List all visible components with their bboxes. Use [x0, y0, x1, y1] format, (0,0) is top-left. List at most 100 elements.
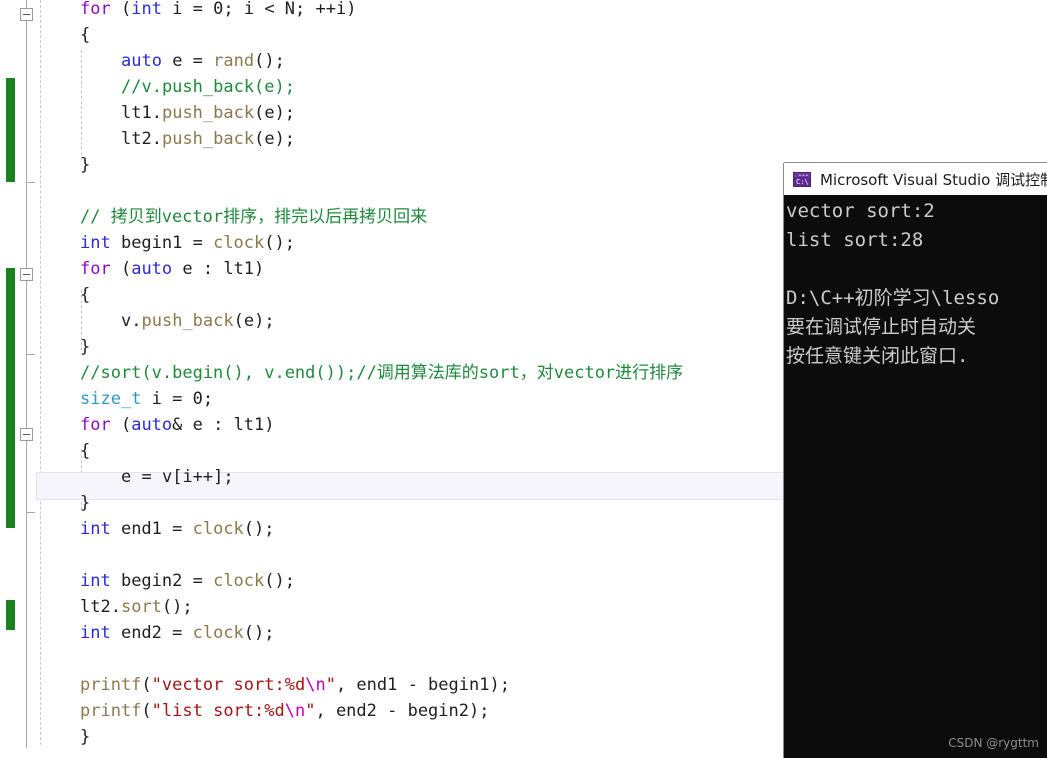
- code-token: (: [141, 701, 152, 721]
- code-token: (e);: [254, 129, 296, 149]
- code-token: end2 =: [110, 623, 193, 643]
- code-line[interactable]: for (auto& e : lt1): [0, 412, 275, 438]
- code-token: clock: [192, 519, 244, 539]
- code-line[interactable]: //sort(v.begin(), v.end());//调用算法库的sort，…: [0, 360, 683, 386]
- code-line[interactable]: {: [0, 438, 90, 464]
- console-title-label: Microsoft Visual Studio 调试控制: [820, 170, 1047, 189]
- code-line[interactable]: size_t i = 0;: [0, 386, 213, 412]
- code-line[interactable]: [0, 542, 80, 568]
- code-token: i =: [161, 0, 214, 19]
- code-token: "list sort:%d: [151, 701, 285, 721]
- code-token: ();: [243, 519, 275, 539]
- console-output-line: list sort:28: [786, 229, 924, 251]
- code-token: (: [110, 415, 132, 435]
- code-token: (: [120, 0, 132, 19]
- code-line[interactable]: int begin2 = clock();: [0, 568, 295, 594]
- code-line[interactable]: lt1.push_back(e);: [0, 100, 295, 126]
- code-token: push_back: [161, 129, 255, 149]
- code-token: }: [80, 155, 91, 175]
- code-token: for: [80, 0, 111, 19]
- code-token: .: [151, 103, 162, 123]
- code-token: [i++];: [172, 467, 234, 487]
- code-line[interactable]: v.push_back(e);: [0, 308, 275, 334]
- code-token: (: [110, 259, 132, 279]
- code-token: ();: [243, 623, 275, 643]
- code-token: ();: [254, 51, 285, 71]
- code-line[interactable]: lt2.push_back(e);: [0, 126, 295, 152]
- code-token: // 拷贝到vector排序，排完以后再拷贝回来: [80, 207, 428, 227]
- code-line[interactable]: }: [0, 334, 90, 360]
- code-line[interactable]: for (int i = 0; i < N; ++i): [0, 0, 356, 22]
- code-line[interactable]: //v.push_back(e);: [0, 74, 295, 100]
- code-token: ; i < N; ++i): [223, 0, 357, 19]
- code-token: lt2: [80, 597, 111, 617]
- code-line[interactable]: int begin1 = clock();: [0, 230, 295, 256]
- code-token: int: [80, 519, 111, 539]
- code-line[interactable]: [0, 646, 80, 672]
- console-window-icon: ••• C:\: [793, 171, 811, 187]
- code-line[interactable]: }: [0, 490, 90, 516]
- code-token: {: [80, 441, 91, 461]
- code-token: clock: [213, 571, 265, 591]
- code-line[interactable]: printf("list sort:%d\n", end2 - begin2);: [0, 698, 489, 724]
- code-token: (e);: [233, 311, 275, 331]
- code-line[interactable]: lt2.sort();: [0, 594, 193, 620]
- code-line[interactable]: }: [0, 152, 90, 178]
- code-token: begin1 =: [110, 233, 214, 253]
- code-token: "vector sort:%d: [151, 675, 306, 695]
- code-line[interactable]: e = v[i++];: [0, 464, 234, 490]
- code-token: ();: [161, 597, 193, 617]
- code-token: push_back: [161, 103, 255, 123]
- code-token: ();: [264, 233, 295, 253]
- code-line[interactable]: int end2 = clock();: [0, 620, 275, 646]
- code-token: //sort(v.begin(), v.end());//调用算法库的sort，…: [80, 363, 684, 383]
- code-line[interactable]: {: [0, 282, 90, 308]
- code-token: printf: [80, 701, 142, 721]
- code-token: auto: [131, 415, 173, 435]
- code-token: ": [325, 675, 336, 695]
- code-token: lt1: [121, 103, 152, 123]
- code-line[interactable]: // 拷贝到vector排序，排完以后再拷贝回来: [0, 204, 427, 230]
- code-line[interactable]: int end1 = clock();: [0, 516, 275, 542]
- code-token: rand: [213, 51, 255, 71]
- code-line[interactable]: }: [0, 724, 90, 750]
- code-token: size_t: [80, 389, 142, 409]
- code-token: ": [305, 701, 316, 721]
- code-token: e : lt1): [172, 259, 265, 279]
- code-token: push_back: [141, 311, 234, 331]
- code-token: printf: [80, 675, 142, 695]
- code-token: auto: [131, 259, 173, 279]
- console-output-area[interactable]: vector sort:2 list sort:28 D:\C++初阶学习\less…: [784, 195, 1047, 758]
- code-line[interactable]: [0, 178, 80, 204]
- code-line[interactable]: {: [0, 22, 90, 48]
- code-token: , end2 - begin2);: [315, 701, 490, 721]
- code-token: for: [80, 259, 111, 279]
- code-token: end1 =: [110, 519, 193, 539]
- code-token: ;: [202, 389, 214, 409]
- code-token: //v.push_back(e);: [121, 77, 295, 97]
- code-token: int: [131, 0, 162, 19]
- code-token: e =: [161, 51, 214, 71]
- console-output-line: D:\C++初阶学习\lesso: [786, 287, 1000, 309]
- code-line[interactable]: for (auto e : lt1): [0, 256, 264, 282]
- code-token: (: [141, 675, 152, 695]
- console-icon-prompt: C:\: [796, 177, 809, 186]
- code-token: .: [131, 311, 142, 331]
- code-token: (e);: [254, 103, 296, 123]
- code-token: ();: [264, 571, 295, 591]
- code-token: for: [80, 415, 111, 435]
- code-line[interactable]: printf("vector sort:%d\n", end1 - begin1…: [0, 672, 510, 698]
- code-line[interactable]: auto e = rand();: [0, 48, 285, 74]
- code-token: 0: [192, 389, 203, 409]
- code-token: int: [80, 571, 111, 591]
- code-token: v: [121, 311, 132, 331]
- code-token: v: [161, 467, 173, 487]
- console-title-bar[interactable]: ••• C:\ Microsoft Visual Studio 调试控制: [784, 163, 1047, 195]
- code-token: auto: [121, 51, 162, 71]
- code-token: }: [80, 727, 91, 747]
- code-token: }: [80, 337, 91, 357]
- code-token: int: [80, 233, 111, 253]
- code-token: {: [80, 25, 91, 45]
- debug-console-window[interactable]: ••• C:\ Microsoft Visual Studio 调试控制 vec…: [784, 163, 1047, 758]
